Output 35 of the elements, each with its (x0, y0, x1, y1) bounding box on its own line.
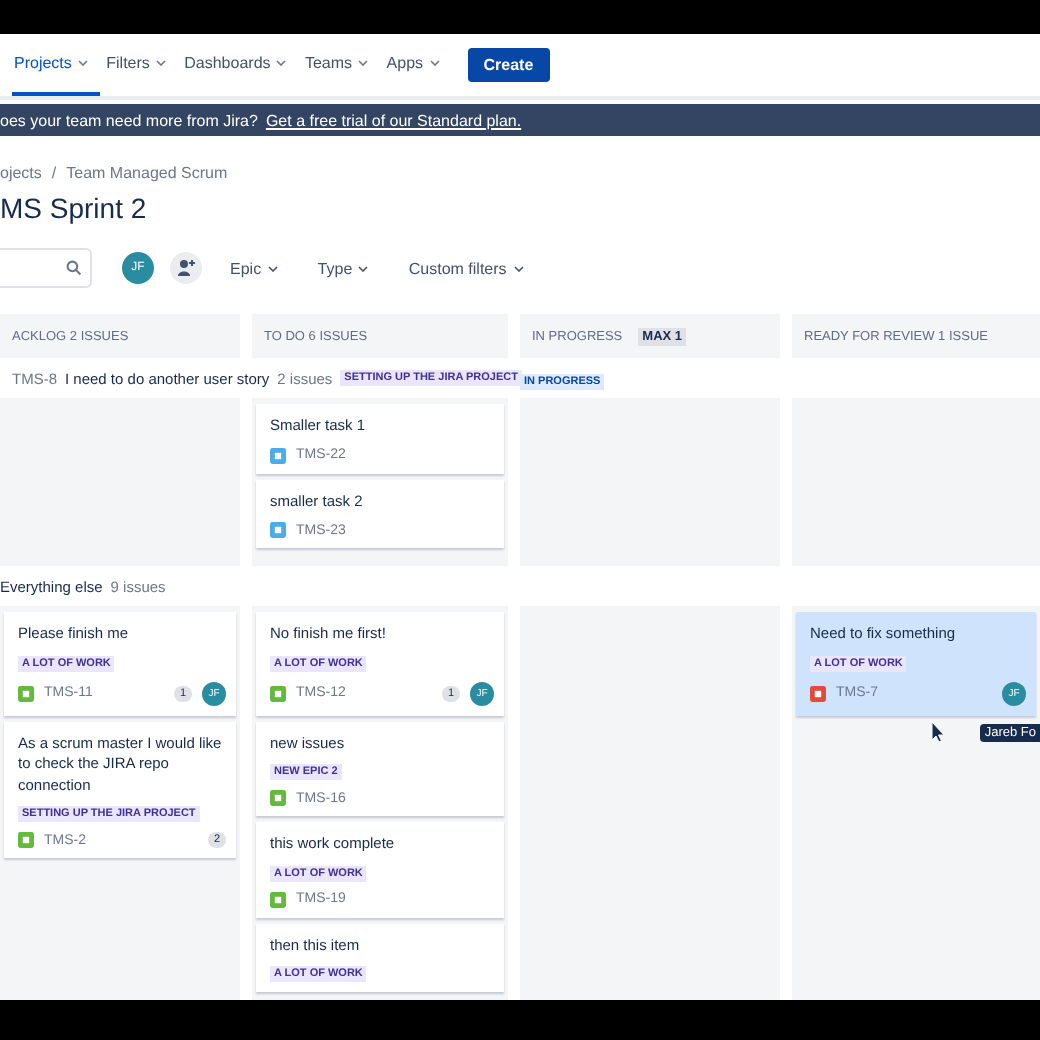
caret-icon (78, 60, 89, 67)
issue-type-icon (18, 685, 34, 701)
board-title: MS Sprint 2 (0, 192, 149, 224)
caret-icon (513, 265, 523, 272)
nav-menu[interactable]: Teams (302, 34, 381, 96)
issue-type-icon (270, 522, 286, 538)
breadcrumb-link[interactable]: ojects (0, 164, 42, 182)
issue-type-icon (810, 685, 826, 701)
filter-dropdown[interactable]: Custom filters (396, 259, 535, 277)
issue-type-icon (270, 891, 286, 907)
add-person-icon[interactable] (170, 252, 202, 284)
caret-icon (267, 265, 278, 272)
caret-icon (156, 60, 167, 67)
nav-menu[interactable]: Apps (384, 34, 452, 96)
issue-type-icon (270, 790, 286, 806)
nav-menu[interactable]: Projects (12, 34, 101, 96)
caret-icon (429, 60, 440, 67)
breadcrumb-link[interactable]: Team Managed Scrum (66, 164, 228, 182)
filter-dropdown[interactable]: Epic (218, 259, 290, 277)
issue-type-icon (270, 685, 286, 701)
filter-dropdown[interactable]: Type (305, 259, 381, 277)
caret-icon (358, 60, 369, 67)
cursor-icon (932, 721, 946, 741)
caret-icon (276, 60, 287, 67)
search-field[interactable] (0, 248, 92, 288)
breadcrumb-separator: / (51, 164, 57, 182)
trial-link[interactable]: Get a free trial of our Standard plan. (265, 111, 522, 129)
banner-text: oes your team need more from Jira? (0, 111, 258, 129)
nav-menu[interactable]: Filters (104, 34, 179, 96)
search-icon (66, 260, 82, 276)
issue-type-icon (270, 447, 286, 463)
issue-type-icon (18, 832, 34, 848)
create-button[interactable]: Create (467, 48, 550, 82)
nav-menu[interactable]: Dashboards (182, 34, 299, 96)
caret-icon (358, 265, 369, 272)
